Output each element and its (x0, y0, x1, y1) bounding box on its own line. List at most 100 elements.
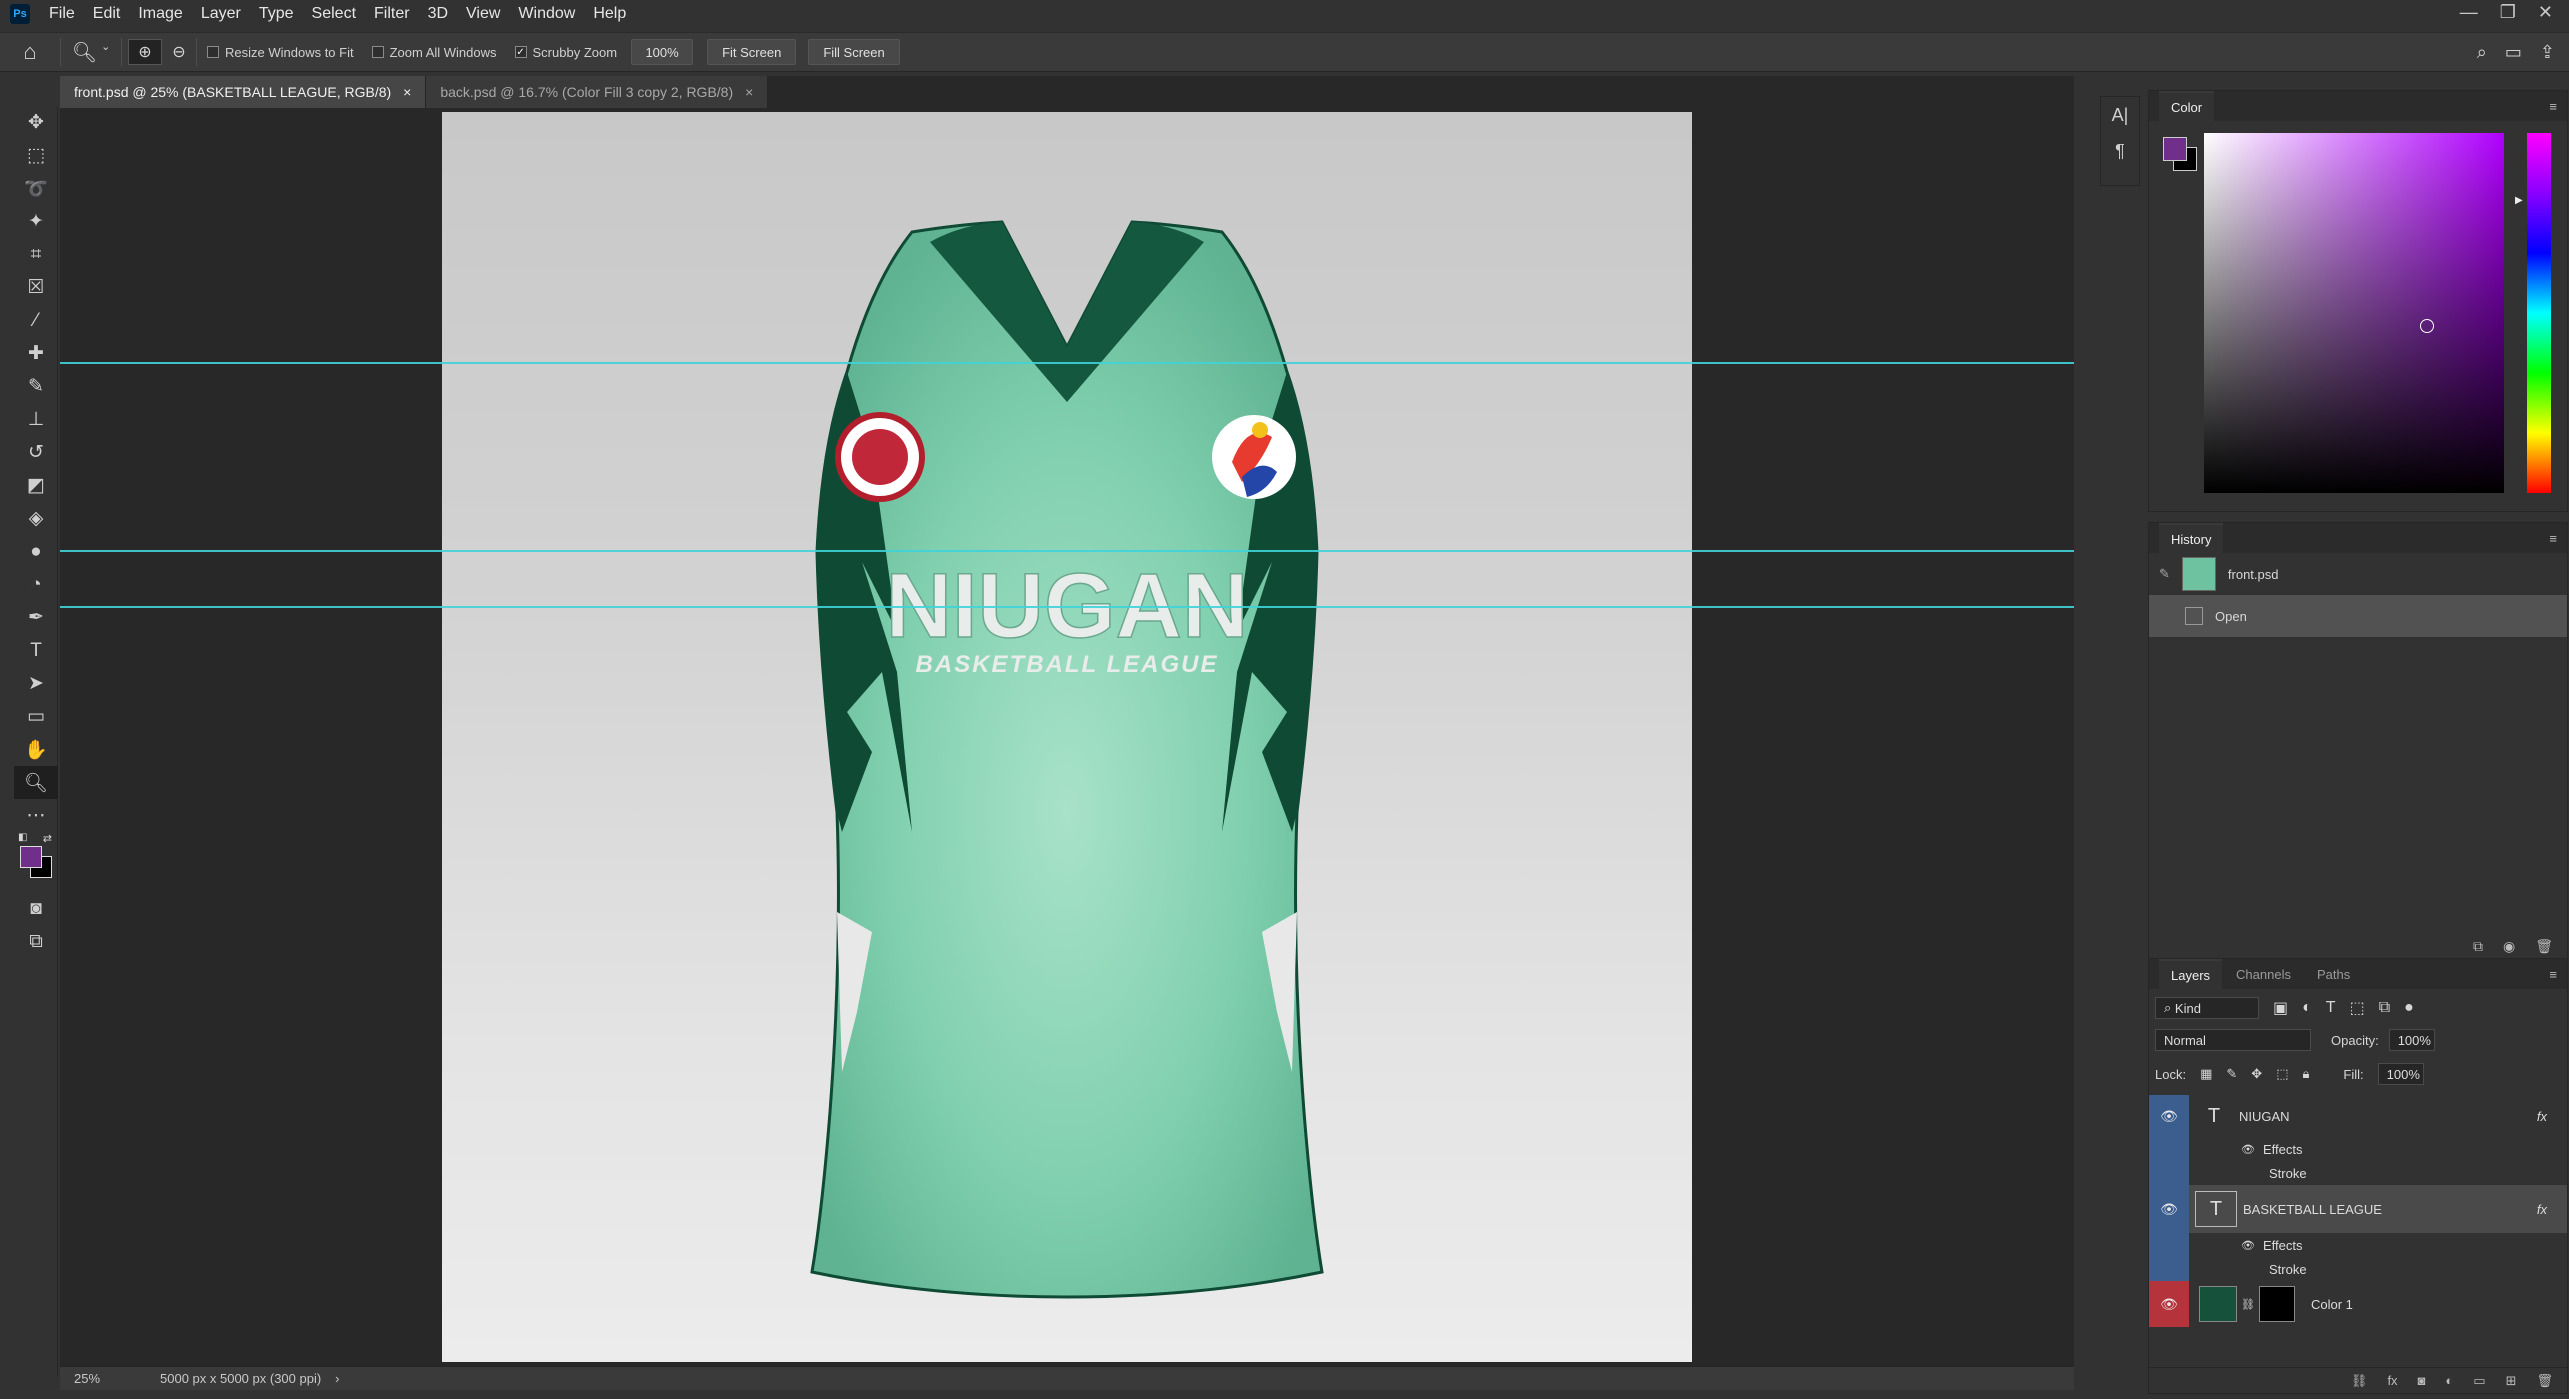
eraser-tool-icon[interactable]: ◩ (14, 469, 58, 502)
hand-tool-icon[interactable]: ✋ (14, 733, 58, 766)
menu-file[interactable]: File (40, 5, 84, 23)
marquee-tool-icon[interactable]: ⬚ (14, 139, 58, 172)
fit-screen-button[interactable]: Fit Screen (707, 39, 797, 65)
new-adjustment-icon[interactable]: ◐ (2445, 1373, 2453, 1388)
menu-type[interactable]: Type (250, 5, 303, 23)
menu-image[interactable]: Image (129, 5, 191, 23)
layer-stroke-row[interactable]: Stroke (2149, 1161, 2567, 1185)
menu-select[interactable]: Select (303, 5, 365, 23)
color-swatches[interactable]: ◧ ⇄ (14, 832, 58, 892)
panel-menu-icon[interactable]: ≡ (2549, 99, 2557, 114)
lock-image-icon[interactable]: ✎ (2226, 1066, 2237, 1082)
layer-effects-row[interactable]: 👁︎ Effects (2149, 1137, 2567, 1161)
frame-tool-icon[interactable]: ☒ (14, 271, 58, 304)
add-mask-icon[interactable]: ◙ (2418, 1373, 2426, 1388)
eye-icon[interactable]: 👁︎ (2241, 1239, 2255, 1252)
camera-icon[interactable]: ◉ (2503, 938, 2515, 955)
hue-slider[interactable] (2527, 133, 2551, 493)
checkbox-box[interactable] (207, 46, 219, 58)
layer-row-selected[interactable]: 👁︎ T BASKETBALL LEAGUE fx (2149, 1185, 2567, 1233)
opacity-field[interactable]: 100% (2388, 1029, 2435, 1051)
lock-transparent-icon[interactable]: ▦ (2200, 1066, 2212, 1082)
document-canvas[interactable]: NIUGAN BASKETBALL LEAGUE (442, 112, 1692, 1362)
horizontal-guide[interactable] (60, 550, 2074, 552)
swap-colors-icon[interactable]: ⇄ (43, 832, 52, 845)
search-icon[interactable]: ⌕ (2477, 42, 2487, 63)
crop-tool-icon[interactable]: ⌗ (14, 238, 58, 271)
default-colors-icon[interactable]: ◧ (18, 832, 27, 843)
foreground-color-swatch[interactable] (2163, 137, 2187, 161)
dodge-tool-icon[interactable]: ◔ (14, 568, 58, 601)
magic-wand-tool-icon[interactable]: ✦ (14, 205, 58, 238)
share-icon[interactable]: ⇪ (2540, 42, 2555, 63)
blend-mode-select[interactable]: Normal (2155, 1029, 2311, 1051)
foreground-color-swatch[interactable] (20, 846, 42, 868)
status-menu-arrow[interactable]: › (335, 1371, 339, 1386)
lock-artboard-icon[interactable]: ⬚ (2276, 1066, 2288, 1082)
menu-3d[interactable]: 3D (419, 5, 457, 23)
tab-color[interactable]: Color (2159, 91, 2215, 121)
layer-row[interactable]: 👁︎ T NIUGAN fx (2149, 1095, 2567, 1137)
fill-screen-button[interactable]: Fill Screen (808, 39, 900, 65)
eye-icon[interactable]: 👁︎ (2149, 1281, 2189, 1327)
eye-icon[interactable]: 👁︎ (2149, 1185, 2189, 1233)
link-icon[interactable]: ⛓ (2241, 1298, 2255, 1311)
zoom-out-icon[interactable]: ⊖ (162, 42, 196, 62)
paint-bucket-tool-icon[interactable]: ◈ (14, 502, 58, 535)
lock-position-icon[interactable]: ✥ (2251, 1066, 2262, 1082)
filter-kind-select[interactable]: ⌕ Kind (2155, 997, 2259, 1019)
move-tool-icon[interactable]: ✥ (14, 106, 58, 139)
fx-badge[interactable]: fx (2537, 1202, 2547, 1217)
hue-slider-handle-icon[interactable]: ▶ (2515, 195, 2523, 206)
pen-tool-icon[interactable]: ✒ (14, 601, 58, 634)
scrubby-zoom-checkbox[interactable]: ✓ Scrubby Zoom (514, 45, 617, 60)
tab-history[interactable]: History (2159, 523, 2224, 553)
eye-icon[interactable]: 👁︎ (2241, 1143, 2255, 1156)
checkbox-box[interactable]: ✓ (514, 46, 527, 58)
fill-field[interactable]: 100% (2377, 1063, 2424, 1085)
menu-window[interactable]: Window (509, 5, 584, 23)
fx-badge[interactable]: fx (2537, 1109, 2547, 1124)
shape-filter-icon[interactable]: ⬚ (2350, 998, 2365, 1018)
close-button[interactable]: ✕ (2538, 2, 2553, 23)
path-selection-tool-icon[interactable]: ➤ (14, 667, 58, 700)
checkbox-box[interactable] (371, 46, 384, 58)
zoom-tool-icon[interactable]: 🔍︎ (14, 766, 58, 799)
zoom-tool-preset-icon[interactable]: 🔍︎ ⌄ (61, 40, 121, 65)
history-snapshot[interactable]: ✎ front.psd (2149, 553, 2567, 595)
layer-effects-row[interactable]: 👁︎ Effects (2149, 1233, 2567, 1257)
quick-mask-icon[interactable]: ◙ (14, 892, 58, 925)
workspace-icon[interactable]: ▭ (2505, 42, 2522, 63)
type-filter-icon[interactable]: T (2326, 999, 2336, 1017)
panel-menu-icon[interactable]: ≡ (2549, 967, 2557, 982)
color-field[interactable] (2204, 133, 2504, 493)
brush-tool-icon[interactable]: ✎ (14, 370, 58, 403)
filter-toggle-icon[interactable]: ● (2404, 999, 2414, 1017)
new-group-icon[interactable]: ▭ (2473, 1373, 2485, 1389)
character-panel-icon[interactable]: A| (2101, 97, 2139, 133)
minimize-button[interactable]: — (2460, 2, 2478, 23)
panel-menu-icon[interactable]: ≡ (2549, 531, 2557, 546)
trash-icon[interactable]: 🗑︎ (2535, 938, 2553, 955)
rectangle-tool-icon[interactable]: ▭ (14, 700, 58, 733)
paragraph-panel-icon[interactable]: ¶ (2101, 133, 2139, 169)
menu-edit[interactable]: Edit (84, 5, 130, 23)
tab-front-psd[interactable]: front.psd @ 25% (BASKETBALL LEAGUE, RGB/… (60, 76, 427, 108)
resize-windows-checkbox[interactable]: Resize Windows to Fit (207, 45, 354, 60)
zoom-in-icon[interactable]: ⊕ (128, 39, 162, 65)
zoom-level[interactable]: 25% (74, 1371, 134, 1386)
tab-layers[interactable]: Layers (2159, 959, 2223, 989)
color-picker-cursor[interactable] (2420, 319, 2434, 333)
color-panel-swatches[interactable] (2163, 137, 2203, 177)
zoom-value-field[interactable]: 100% (631, 39, 694, 65)
tab-channels[interactable]: Channels (2224, 959, 2303, 989)
pixel-filter-icon[interactable]: ▣ (2273, 998, 2288, 1018)
history-brush-tool-icon[interactable]: ↺ (14, 436, 58, 469)
tab-back-psd[interactable]: back.psd @ 16.7% (Color Fill 3 copy 2, R… (426, 76, 769, 108)
history-brush-source-icon[interactable]: ✎ (2159, 566, 2170, 582)
more-tools-icon[interactable]: ⋯ (14, 799, 58, 832)
history-state[interactable]: Open (2149, 595, 2567, 637)
layer-stroke-row[interactable]: Stroke (2149, 1257, 2567, 1281)
close-tab-icon[interactable]: × (745, 84, 753, 100)
new-layer-icon[interactable]: ⊞ (2506, 1373, 2517, 1389)
